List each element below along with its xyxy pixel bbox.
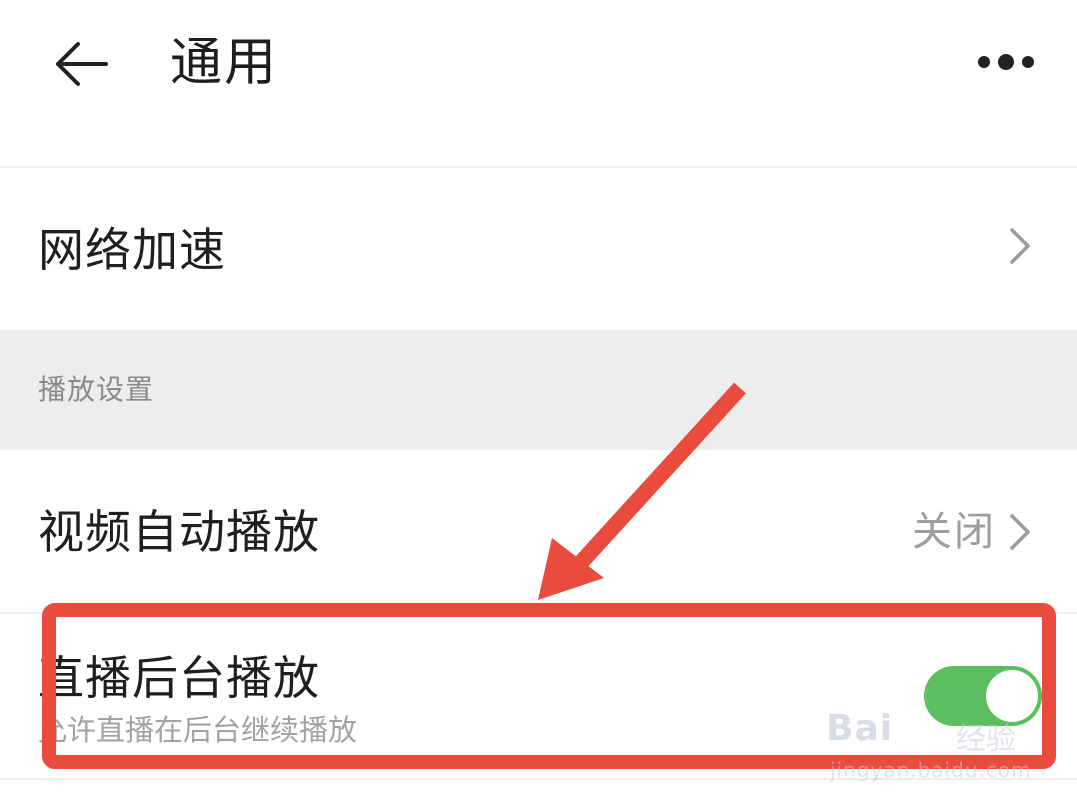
more-button[interactable]: [968, 44, 1044, 80]
video-autoplay-value: 关闭: [912, 509, 996, 555]
video-autoplay-label: 视频自动播放: [38, 505, 320, 559]
watermark-brand: Bai: [826, 708, 894, 749]
watermark-brand-suffix: 经验: [956, 722, 1016, 757]
app-header: 通用: [0, 0, 1077, 166]
page-title: 通用: [170, 33, 279, 93]
arrow-left-icon: [56, 42, 108, 86]
live-background-play-label: 直播后台播放: [38, 651, 320, 705]
live-background-play-description: 允许直播在后台继续播放: [38, 713, 358, 747]
chevron-right-icon: [1010, 228, 1030, 264]
watermark-url: jingyan.baidu.com: [830, 758, 1032, 782]
playback-settings-section: 播放设置: [0, 330, 1077, 450]
more-dots-icon: [978, 54, 1034, 70]
settings-screen: 通用 网络加速 播放设置 视频自动播放 关闭 直播后台播放 允许直播在后台继续播…: [0, 0, 1077, 807]
network-acceleration-row[interactable]: 网络加速: [0, 168, 1077, 330]
baidu-jingyan-watermark: Bai 经验 jingyan.baidu.com: [826, 700, 1066, 800]
video-autoplay-row[interactable]: 视频自动播放 关闭: [0, 450, 1077, 612]
section-title: 播放设置: [38, 373, 155, 406]
back-button[interactable]: [50, 36, 114, 92]
network-acceleration-label: 网络加速: [38, 223, 226, 277]
chevron-right-icon: [1010, 514, 1030, 550]
